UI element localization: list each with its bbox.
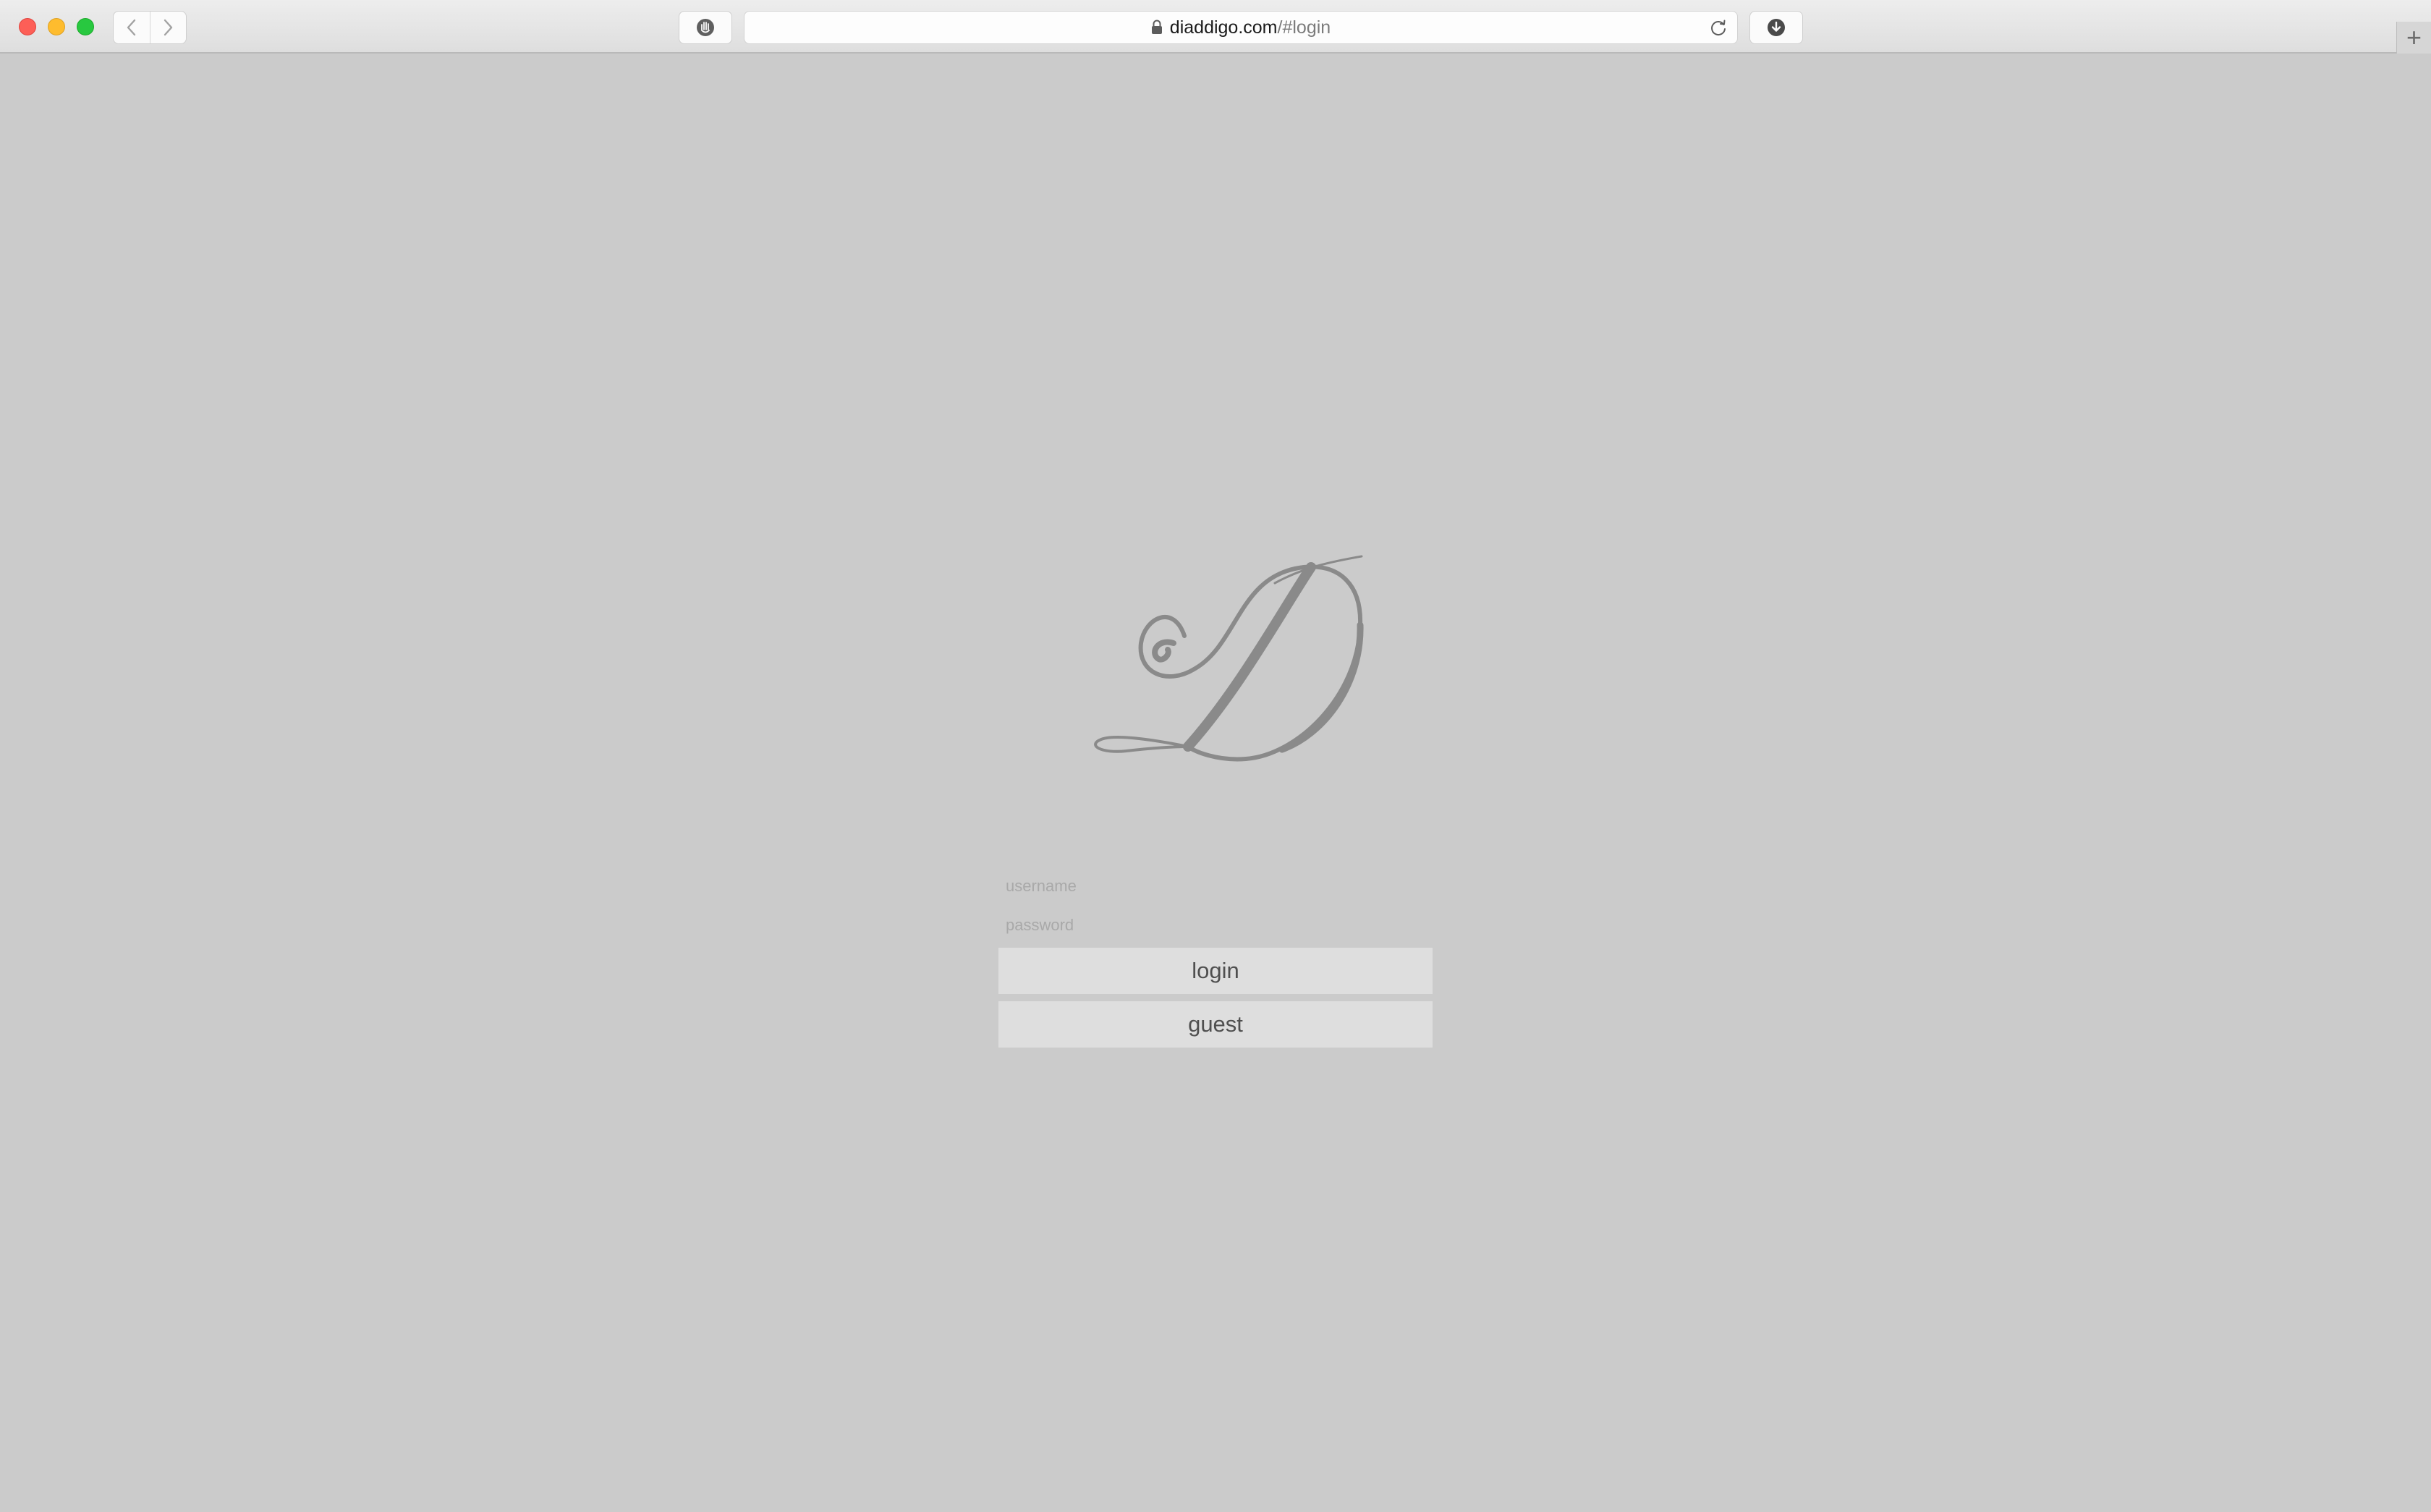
d-monogram-logo [1094,555,1364,762]
hand-shield-icon [697,19,714,36]
login-button[interactable]: login [998,948,1433,994]
lock-icon [1151,20,1163,35]
browser-toolbar: diaddigo.com/#login + [0,0,2431,54]
navigation-buttons [113,11,187,44]
privacy-report-button[interactable] [679,11,732,44]
download-icon [1768,19,1785,36]
downloads-button[interactable] [1749,11,1803,44]
guest-button[interactable]: guest [998,1001,1433,1048]
url-path: /#login [1277,17,1331,38]
login-page: login guest [0,54,2431,1512]
reload-icon[interactable] [1708,18,1728,38]
chevron-left-icon [127,19,135,36]
back-button[interactable] [114,12,150,43]
chevron-right-icon [164,19,173,36]
address-bar[interactable]: diaddigo.com/#login [744,11,1738,44]
minimize-window-button[interactable] [48,18,65,35]
login-form: login guest [998,867,1433,1048]
plus-icon: + [2406,22,2422,52]
url-domain: diaddigo.com [1169,17,1278,38]
login-button-label: login [1192,958,1239,983]
new-tab-button[interactable]: + [2396,22,2431,54]
guest-button-label: guest [1188,1011,1243,1037]
maximize-window-button[interactable] [77,18,94,35]
forward-button[interactable] [149,12,187,43]
close-window-button[interactable] [19,18,36,35]
username-field[interactable] [998,867,1433,906]
password-field[interactable] [998,906,1433,945]
